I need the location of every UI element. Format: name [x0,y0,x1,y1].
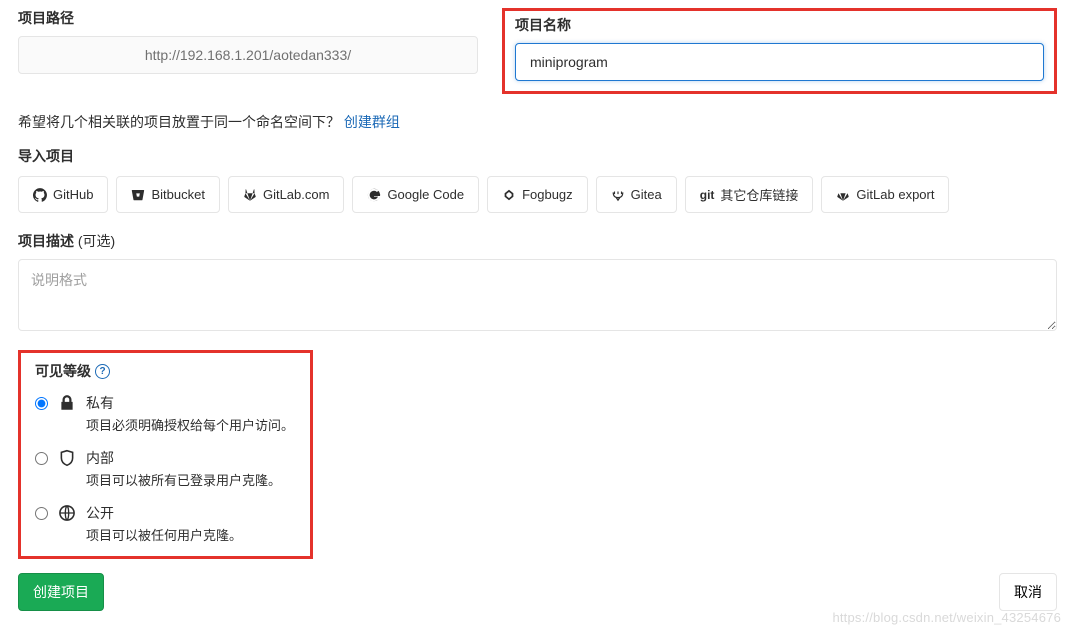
project-name-label: 项目名称 [515,15,1044,35]
gitlab-icon [243,188,257,202]
import-fogbugz-button[interactable]: Fogbugz [487,176,588,213]
import-gitlabexport-label: GitLab export [856,187,934,202]
visibility-public-title: 公开 [86,503,242,523]
project-path-label: 项目路径 [18,8,478,28]
visibility-internal-title: 内部 [86,448,281,468]
namespace-hint: 希望将几个相关联的项目放置于同一个命名空间下？ 创建群组 [18,112,1057,132]
import-gitea-button[interactable]: Gitea [596,176,677,213]
cancel-button[interactable]: 取消 [999,573,1057,611]
import-bitbucket-label: Bitbucket [151,187,204,202]
visibility-public-desc: 项目可以被任何用户克隆。 [86,525,242,544]
visibility-option-public[interactable]: 公开 项目可以被任何用户克隆。 [35,503,296,544]
import-gitlabcom-button[interactable]: GitLab.com [228,176,344,213]
import-github-label: GitHub [53,187,93,202]
shield-icon [58,449,76,467]
visibility-option-internal[interactable]: 内部 项目可以被所有已登录用户克隆。 [35,448,296,489]
import-gitrepo-label: 其它仓库链接 [720,185,798,204]
github-icon [33,188,47,202]
import-bitbucket-button[interactable]: Bitbucket [116,176,219,213]
watermark-text: https://blog.csdn.net/weixin_43254676 [832,610,1061,625]
import-section-label: 导入项目 [18,146,1057,166]
import-gitea-label: Gitea [631,187,662,202]
project-name-highlight: 项目名称 [502,8,1057,94]
project-path-value: http://192.168.1.201/aotedan333/ [18,36,478,74]
import-googlecode-label: Google Code [387,187,464,202]
description-label: 项目描述 (可选) [18,231,1057,251]
visibility-private-desc: 项目必须明确授权给每个用户访问。 [86,415,294,434]
visibility-private-title: 私有 [86,393,294,413]
visibility-radio-public[interactable] [35,507,48,520]
visibility-radio-internal[interactable] [35,452,48,465]
google-icon [367,188,381,202]
description-textarea[interactable] [18,259,1057,331]
import-fogbugz-label: Fogbugz [522,187,573,202]
bitbucket-icon [131,188,145,202]
import-providers-row: GitHub Bitbucket GitLab.com Google Code … [18,176,1057,213]
create-project-button[interactable]: 创建项目 [18,573,104,611]
gitlab-export-icon [836,188,850,202]
globe-icon [58,504,76,522]
git-icon: git [700,188,715,202]
import-gitrepo-button[interactable]: git 其它仓库链接 [685,176,814,213]
help-icon[interactable]: ? [95,364,110,379]
import-gitlabexport-button[interactable]: GitLab export [821,176,949,213]
import-github-button[interactable]: GitHub [18,176,108,213]
import-gitlabcom-label: GitLab.com [263,187,329,202]
visibility-highlight: 可见等级 ? 私有 项目必须明确授权给每个用户访问。 内部 项目可以被所有已登录… [18,350,313,559]
namespace-hint-text: 希望将几个相关联的项目放置于同一个命名空间下？ [18,114,340,130]
create-group-link[interactable]: 创建群组 [344,114,400,130]
project-name-input[interactable] [515,43,1044,81]
lock-icon [58,394,76,412]
visibility-internal-desc: 项目可以被所有已登录用户克隆。 [86,470,281,489]
import-googlecode-button[interactable]: Google Code [352,176,479,213]
gitea-icon [611,188,625,202]
fogbugz-icon [502,188,516,202]
visibility-radio-private[interactable] [35,397,48,410]
visibility-label: 可见等级 [35,361,91,381]
visibility-option-private[interactable]: 私有 项目必须明确授权给每个用户访问。 [35,393,296,434]
